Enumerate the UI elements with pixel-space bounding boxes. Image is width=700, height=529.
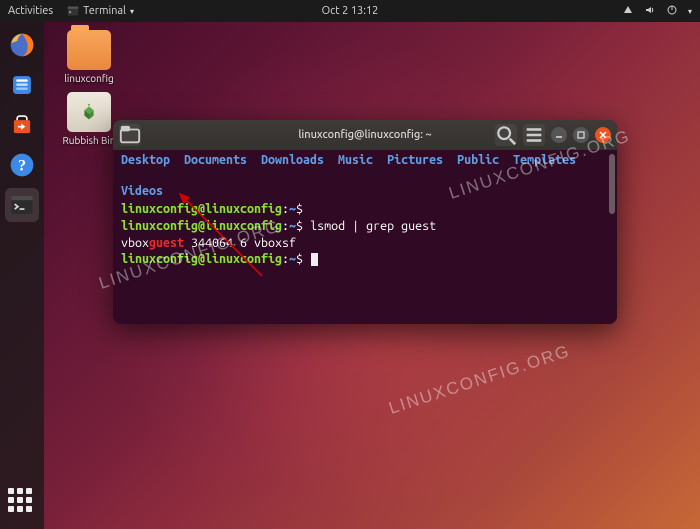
software-icon bbox=[9, 112, 35, 138]
search-icon bbox=[495, 124, 517, 146]
system-status-area[interactable]: ▾ bbox=[622, 4, 692, 19]
files-icon bbox=[9, 72, 35, 98]
cursor bbox=[311, 253, 318, 266]
terminal-icon bbox=[9, 192, 35, 218]
maximize-icon bbox=[576, 130, 586, 140]
dock-item-terminal[interactable] bbox=[5, 188, 39, 222]
chevron-down-icon: ▾ bbox=[688, 7, 692, 16]
dock: ? bbox=[0, 22, 44, 529]
network-icon bbox=[622, 4, 634, 19]
command-output: vboxguest 344064 6 vboxsf bbox=[121, 235, 609, 252]
tab-icon bbox=[119, 124, 141, 146]
firefox-icon bbox=[9, 32, 35, 58]
prompt-line-3: linuxconfig@linuxconfig:~$ bbox=[121, 251, 609, 268]
folder-icon bbox=[67, 30, 111, 70]
top-bar: Activities Terminal ▾ Oct 2 13:12 ▾ bbox=[0, 0, 700, 22]
grid-icon bbox=[8, 488, 36, 516]
terminal-content[interactable]: Desktop Documents Downloads Music Pictur… bbox=[113, 150, 617, 324]
window-titlebar[interactable]: linuxconfig@linuxconfig: ~ bbox=[113, 120, 617, 150]
prompt-line-1: linuxconfig@linuxconfig:~$ bbox=[121, 201, 609, 218]
help-icon: ? bbox=[9, 152, 35, 178]
chevron-down-icon: ▾ bbox=[130, 7, 134, 16]
dock-item-software[interactable] bbox=[5, 108, 39, 142]
desktop-folder-linuxconfig[interactable]: linuxconfig bbox=[54, 30, 124, 84]
hamburger-icon bbox=[523, 124, 545, 146]
power-icon bbox=[666, 4, 678, 19]
search-button[interactable] bbox=[495, 124, 517, 146]
menu-button[interactable] bbox=[523, 124, 545, 146]
close-button[interactable] bbox=[595, 127, 611, 143]
terminal-icon bbox=[67, 5, 79, 17]
dock-item-help[interactable]: ? bbox=[5, 148, 39, 182]
show-applications-button[interactable] bbox=[5, 485, 39, 519]
minimize-button[interactable] bbox=[551, 127, 567, 143]
window-title: linuxconfig@linuxconfig: ~ bbox=[298, 129, 431, 141]
clock[interactable]: Oct 2 13:12 bbox=[322, 5, 379, 17]
svg-text:?: ? bbox=[18, 157, 26, 175]
volume-icon bbox=[644, 4, 656, 19]
desktop-icon-label: linuxconfig bbox=[54, 73, 124, 84]
trash-icon bbox=[67, 92, 111, 132]
ls-output: Desktop Documents Downloads Music Pictur… bbox=[121, 152, 609, 200]
close-icon bbox=[598, 130, 608, 140]
prompt-line-2: linuxconfig@linuxconfig:~$ lsmod | grep … bbox=[121, 218, 609, 235]
activities-button[interactable]: Activities bbox=[8, 5, 53, 17]
terminal-window: linuxconfig@linuxconfig: ~ Desktop Docum… bbox=[113, 120, 617, 324]
scrollbar[interactable] bbox=[609, 154, 615, 214]
maximize-button[interactable] bbox=[573, 127, 589, 143]
active-app-indicator[interactable]: Terminal ▾ bbox=[67, 5, 134, 17]
dock-item-files[interactable] bbox=[5, 68, 39, 102]
dock-item-firefox[interactable] bbox=[5, 28, 39, 62]
new-tab-button[interactable] bbox=[119, 124, 141, 146]
active-app-label: Terminal bbox=[83, 5, 126, 17]
minimize-icon bbox=[554, 130, 564, 140]
